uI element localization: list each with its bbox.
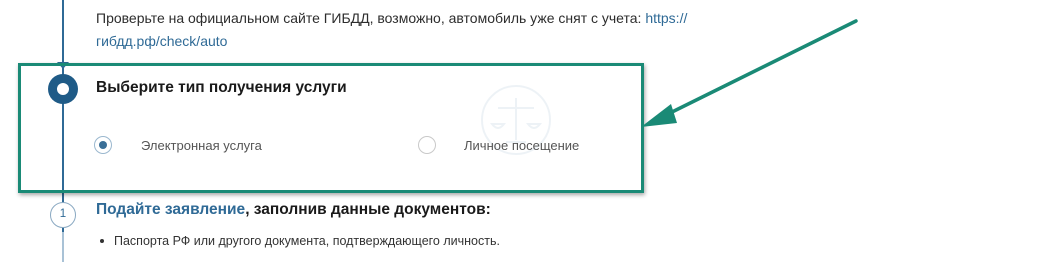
step-apply-title: Подайте заявление, заполнив данные докум… xyxy=(96,201,491,219)
step-service-title: Выберите тип получения услуги xyxy=(96,79,347,96)
step-apply-title-rest: , заполнив данные документов: xyxy=(245,201,491,218)
submit-application-link[interactable]: Подайте заявление xyxy=(96,201,245,218)
timeline-line-lower xyxy=(62,232,64,262)
radio-personal[interactable] xyxy=(418,136,436,154)
radio-option-electronic[interactable]: Электронная услуга xyxy=(94,134,262,156)
radio-option-personal[interactable]: Личное посещение xyxy=(418,134,579,156)
radio-electronic[interactable] xyxy=(94,136,112,154)
step-number-badge: 1 xyxy=(50,202,76,228)
bullet-icon xyxy=(100,239,104,243)
step-active-marker xyxy=(48,74,78,104)
list-item-text: Паспорта РФ или другого документа, подтв… xyxy=(114,234,500,248)
timeline-arrow-icon xyxy=(57,62,69,69)
intro-text-body: Проверьте на официальном сайте ГИБДД, во… xyxy=(96,10,646,26)
intro-text: Проверьте на официальном сайте ГИБДД, во… xyxy=(96,7,776,53)
radio-electronic-label[interactable]: Электронная услуга xyxy=(141,138,262,153)
timeline-line xyxy=(62,0,64,232)
radio-personal-label[interactable]: Личное посещение xyxy=(464,138,579,153)
list-item: Паспорта РФ или другого документа, подтв… xyxy=(100,234,500,248)
